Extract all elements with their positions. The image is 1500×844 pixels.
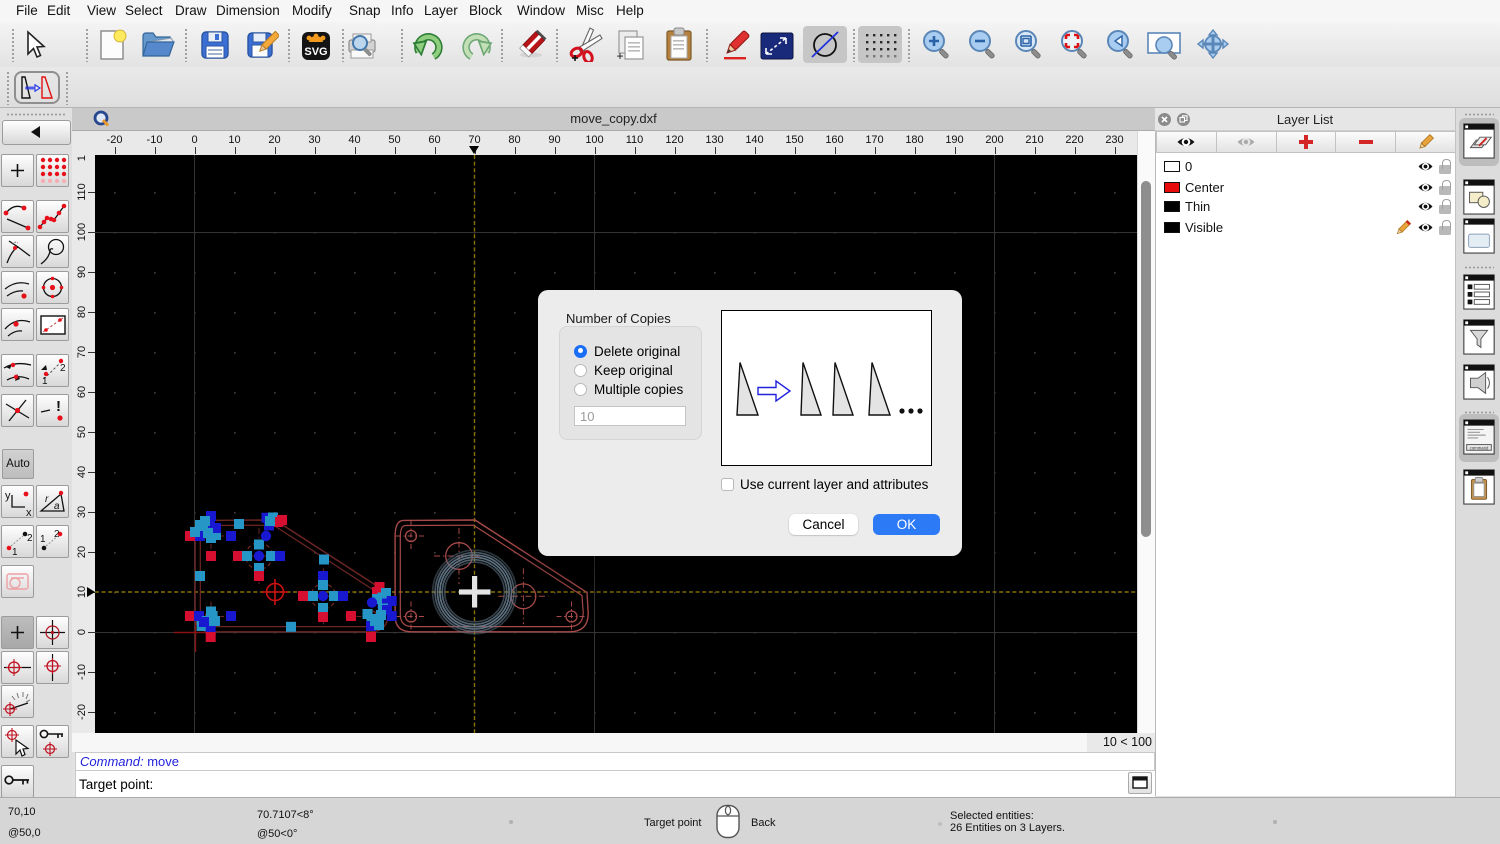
- svg-text:r: r: [45, 494, 49, 505]
- svg-text:command: command: [1470, 445, 1489, 450]
- svg-text:1: 1: [12, 547, 18, 557]
- svg-text:2: 2: [60, 363, 66, 374]
- svg-text:x: x: [26, 507, 32, 517]
- svg-text:1: 1: [40, 534, 46, 545]
- svg-text:!: !: [56, 398, 61, 415]
- svg-text:a: a: [54, 501, 60, 512]
- svg-text:SVG: SVG: [304, 46, 327, 58]
- svg-text:1: 1: [42, 376, 48, 386]
- svg-text:2: 2: [27, 533, 33, 544]
- svg-text:y: y: [5, 490, 11, 502]
- svg-text:+: +: [616, 49, 623, 62]
